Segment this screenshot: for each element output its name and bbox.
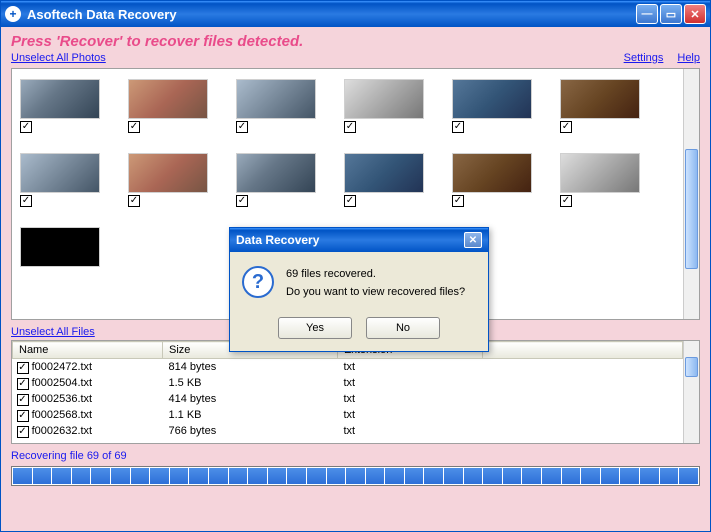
photo-item[interactable]: ✓: [20, 153, 100, 207]
photo-scrollbar[interactable]: [683, 69, 699, 319]
scrollbar-thumb[interactable]: [685, 357, 698, 377]
photo-item[interactable]: ✓: [452, 153, 532, 207]
settings-link[interactable]: Settings: [624, 52, 664, 64]
table-row[interactable]: ✓ f0002472.txt 814 bytestxt: [13, 359, 683, 376]
top-link-row: Unselect All Photos Settings Help: [11, 52, 700, 64]
photo-checkbox[interactable]: ✓: [128, 195, 140, 207]
photo-item[interactable]: ✓: [560, 153, 640, 207]
dialog-line1: 69 files recovered.: [286, 266, 465, 284]
recovery-dialog: Data Recovery ✕ ? 69 files recovered. Do…: [229, 227, 489, 352]
thumbnail[interactable]: [236, 153, 316, 193]
photo-item[interactable]: ✓: [128, 153, 208, 207]
file-name: f0002472.txt: [32, 361, 93, 373]
file-table: Name Size Extension ✓ f0002472.txt814 by…: [12, 341, 683, 439]
help-link[interactable]: Help: [677, 52, 700, 64]
close-button[interactable]: ✕: [684, 4, 706, 24]
app-icon: +: [5, 6, 21, 22]
photo-checkbox[interactable]: ✓: [560, 195, 572, 207]
file-size: 414 bytes: [163, 391, 338, 407]
main-window: + Asoftech Data Recovery — ▭ ✕ Press 'Re…: [0, 0, 711, 532]
photo-checkbox[interactable]: ✓: [452, 121, 464, 133]
scrollbar-thumb[interactable]: [685, 149, 698, 269]
file-name: f0002504.txt: [32, 377, 93, 389]
col-blank[interactable]: [483, 342, 683, 359]
photo-checkbox[interactable]: ✓: [236, 121, 248, 133]
thumbnail[interactable]: [344, 79, 424, 119]
photo-item[interactable]: ✓: [236, 153, 316, 207]
photo-item[interactable]: ✓: [20, 79, 100, 133]
photo-checkbox[interactable]: ✓: [344, 121, 356, 133]
table-row[interactable]: ✓ f0002536.txt 414 bytestxt: [13, 391, 683, 407]
col-name[interactable]: Name: [13, 342, 163, 359]
photo-checkbox[interactable]: ✓: [20, 121, 32, 133]
unselect-all-photos-link[interactable]: Unselect All Photos: [11, 52, 106, 64]
file-scrollbar[interactable]: [683, 341, 699, 443]
thumbnail[interactable]: [452, 79, 532, 119]
dialog-line2: Do you want to view recovered files?: [286, 284, 465, 302]
thumbnail[interactable]: [560, 79, 640, 119]
dialog-titlebar[interactable]: Data Recovery ✕: [230, 228, 488, 252]
thumbnail[interactable]: [344, 153, 424, 193]
thumbnail[interactable]: [20, 227, 100, 267]
dialog-text: 69 files recovered. Do you want to view …: [286, 266, 465, 301]
content-area: Press 'Recover' to recover files detecte…: [1, 27, 710, 531]
file-name: f0002568.txt: [32, 409, 93, 421]
file-checkbox[interactable]: ✓: [17, 426, 29, 438]
file-ext: txt: [338, 423, 483, 439]
photo-item[interactable]: ✓: [560, 79, 640, 133]
photo-checkbox[interactable]: ✓: [560, 121, 572, 133]
file-name: f0002632.txt: [32, 425, 93, 437]
photo-item[interactable]: ✓: [344, 79, 424, 133]
file-size: 1.1 KB: [163, 407, 338, 423]
file-ext: txt: [338, 375, 483, 391]
dialog-close-button[interactable]: ✕: [464, 232, 482, 248]
file-ext: txt: [338, 359, 483, 376]
file-size: 766 bytes: [163, 423, 338, 439]
photo-item[interactable]: ✓: [128, 79, 208, 133]
file-checkbox[interactable]: ✓: [17, 410, 29, 422]
photo-checkbox[interactable]: ✓: [452, 195, 464, 207]
question-icon: ?: [242, 266, 274, 298]
photo-item[interactable]: ✓: [344, 153, 424, 207]
file-size: 1.5 KB: [163, 375, 338, 391]
titlebar[interactable]: + Asoftech Data Recovery — ▭ ✕: [1, 1, 710, 27]
table-row[interactable]: ✓ f0002568.txt 1.1 KBtxt: [13, 407, 683, 423]
file-ext: txt: [338, 407, 483, 423]
progress-bar: [11, 466, 700, 486]
table-row[interactable]: ✓ f0002504.txt 1.5 KBtxt: [13, 375, 683, 391]
thumbnail[interactable]: [236, 79, 316, 119]
unselect-all-files-link[interactable]: Unselect All Files: [11, 326, 95, 338]
progress-label: Recovering file 69 of 69: [11, 450, 700, 462]
file-name: f0002536.txt: [32, 393, 93, 405]
file-checkbox[interactable]: ✓: [17, 362, 29, 374]
window-title: Asoftech Data Recovery: [27, 7, 177, 22]
file-panel: Name Size Extension ✓ f0002472.txt814 by…: [11, 340, 700, 444]
photo-item[interactable]: ✓: [452, 79, 532, 133]
file-checkbox[interactable]: ✓: [17, 378, 29, 390]
minimize-button[interactable]: —: [636, 4, 658, 24]
thumbnail[interactable]: [560, 153, 640, 193]
dialog-title: Data Recovery: [236, 233, 319, 247]
table-row[interactable]: ✓ f0002632.txt 766 bytestxt: [13, 423, 683, 439]
no-button[interactable]: No: [366, 317, 440, 339]
thumbnail[interactable]: [20, 153, 100, 193]
file-ext: txt: [338, 391, 483, 407]
thumbnail[interactable]: [452, 153, 532, 193]
file-size: 814 bytes: [163, 359, 338, 376]
photo-checkbox[interactable]: ✓: [20, 195, 32, 207]
photo-checkbox[interactable]: ✓: [128, 121, 140, 133]
dialog-body: ? 69 files recovered. Do you want to vie…: [230, 252, 488, 351]
photo-item[interactable]: ✓: [236, 79, 316, 133]
thumbnail[interactable]: [20, 79, 100, 119]
file-checkbox[interactable]: ✓: [17, 394, 29, 406]
thumbnail[interactable]: [128, 79, 208, 119]
photo-item[interactable]: [20, 227, 100, 267]
instruction-text: Press 'Recover' to recover files detecte…: [11, 33, 700, 50]
photo-checkbox[interactable]: ✓: [344, 195, 356, 207]
photo-checkbox[interactable]: ✓: [236, 195, 248, 207]
maximize-button[interactable]: ▭: [660, 4, 682, 24]
yes-button[interactable]: Yes: [278, 317, 352, 339]
thumbnail[interactable]: [128, 153, 208, 193]
